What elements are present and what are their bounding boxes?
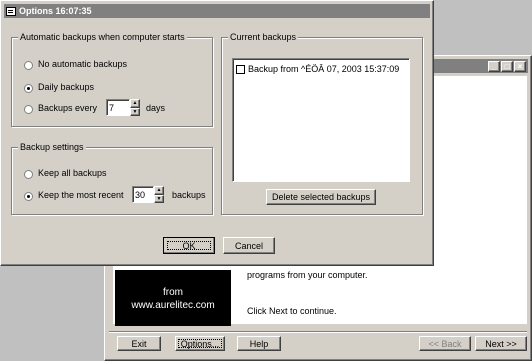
aurelitec-banner: from www.aurelitec.com (115, 270, 231, 326)
backups-listbox[interactable]: Backup from ^ÉÖÂ 07, 2003 15:37:09 (232, 58, 410, 182)
backups-label: backups (172, 190, 206, 200)
exit-button[interactable]: Exit (117, 336, 161, 351)
current-backups-group: Current backups Backup from ^ÉÖÂ 07, 200… (221, 32, 423, 215)
recent-count-input[interactable]: 30 (132, 186, 154, 203)
keep-recent-label[interactable]: Keep the most recent (38, 190, 124, 200)
keep-recent-radio[interactable] (24, 192, 33, 201)
wizard-separator (109, 331, 527, 333)
back-button[interactable]: << Back (419, 336, 471, 351)
current-backups-label: Current backups (228, 32, 299, 42)
daily-label[interactable]: Daily backups (38, 82, 94, 92)
spin-up-icon[interactable]: ▲ (154, 186, 164, 195)
options-button[interactable]: Options... (175, 336, 225, 351)
days-spinner[interactable]: ▲ ▼ (130, 99, 140, 116)
close-button[interactable]: × (514, 61, 526, 72)
days-input[interactable]: 7 (106, 99, 130, 116)
spin-up-icon[interactable]: ▲ (130, 99, 140, 108)
delete-selected-button[interactable]: Delete selected backups (266, 189, 376, 205)
cancel-button[interactable]: Cancel (223, 237, 275, 254)
keep-all-radio[interactable] (24, 170, 33, 179)
click-next-text: Click Next to continue. (247, 306, 337, 316)
backup-settings-label: Backup settings (18, 142, 86, 152)
list-item[interactable]: Backup from ^ÉÖÂ 07, 2003 15:37:09 (236, 64, 408, 76)
window-icon (6, 6, 16, 16)
next-button[interactable]: Next >> (475, 336, 527, 351)
options-title: Options 16:07:35 (19, 6, 92, 16)
backup-checkbox[interactable] (236, 65, 245, 74)
daily-radio[interactable] (24, 84, 33, 93)
days-label: days (146, 103, 166, 113)
auto-backups-group: Automatic backups when computer starts N… (11, 32, 213, 127)
backup-item-label[interactable]: Backup from ^ÉÖÂ 07, 2003 15:37:09 (248, 64, 399, 74)
programs-line: programs from your computer. (247, 270, 368, 280)
spin-down-icon[interactable]: ▼ (130, 107, 140, 116)
banner-line-2: www.aurelitec.com (131, 300, 215, 311)
minimize-button[interactable]: _ (488, 61, 500, 72)
banner-line-1: from (163, 287, 183, 298)
ok-button[interactable]: OK (163, 237, 215, 254)
help-button[interactable]: Help (237, 336, 281, 351)
every-label[interactable]: Backups every (38, 103, 97, 113)
spin-down-icon[interactable]: ▼ (154, 194, 164, 203)
keep-all-label[interactable]: Keep all backups (38, 168, 107, 178)
no-auto-label[interactable]: No automatic backups (38, 59, 127, 69)
options-dialog: Options 16:07:35 Automatic backups when … (0, 0, 434, 266)
options-title-bar: Options 16:07:35 (4, 4, 430, 18)
recent-count-spinner[interactable]: ▲ ▼ (154, 186, 164, 203)
backup-settings-group: Backup settings Keep all backups Keep th… (11, 142, 213, 215)
every-radio[interactable] (24, 105, 33, 114)
maximize-button[interactable]: □ (501, 61, 513, 72)
no-auto-radio[interactable] (24, 61, 33, 70)
auto-backups-label: Automatic backups when computer starts (18, 32, 187, 42)
